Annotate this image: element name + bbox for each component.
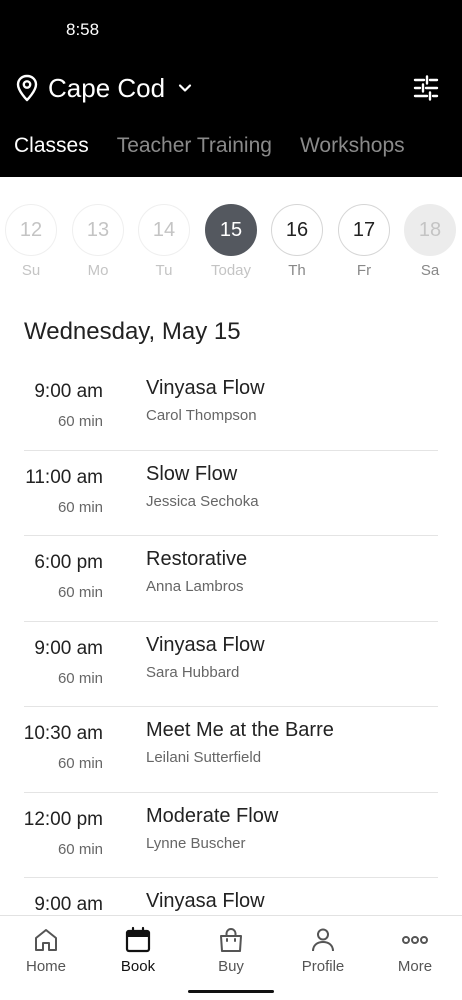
tab-workshops[interactable]: Workshops bbox=[300, 134, 405, 158]
nav-buy[interactable]: Buy bbox=[185, 926, 277, 975]
day-15-today[interactable]: 15 Today bbox=[205, 204, 257, 279]
more-dots-icon bbox=[402, 936, 428, 944]
nav-more-label: More bbox=[397, 958, 433, 975]
class-teacher: Carol Thompson bbox=[146, 407, 257, 424]
nav-profile[interactable]: Profile bbox=[277, 926, 369, 975]
class-duration: 60 min bbox=[57, 755, 103, 772]
day-14[interactable]: 14 Tu bbox=[138, 204, 190, 279]
calendar-icon bbox=[125, 926, 151, 953]
location-selector[interactable]: Cape Cod bbox=[16, 70, 193, 106]
day-17[interactable]: 17 Fr bbox=[338, 204, 390, 279]
class-row[interactable]: 9:00 am 60 min Vinyasa Flow Sara Hubbard bbox=[0, 622, 462, 707]
nav-buy-label: Buy bbox=[218, 958, 244, 975]
nav-home-label: Home bbox=[25, 958, 66, 975]
day-number: 14 bbox=[138, 204, 190, 256]
class-time: 9:00 am bbox=[34, 381, 103, 402]
class-name: Vinyasa Flow bbox=[146, 377, 265, 399]
class-teacher: Anna Lambros bbox=[146, 578, 244, 595]
class-teacher: Lynne Buscher bbox=[146, 834, 246, 852]
nav-book-label: Book bbox=[120, 958, 156, 975]
class-row[interactable]: 9:00 am 60 min Vinyasa Flow Carol Thomps… bbox=[0, 365, 462, 451]
class-duration: 60 min bbox=[57, 413, 103, 430]
nav-book[interactable]: Book bbox=[92, 926, 184, 975]
day-number: 18 bbox=[404, 204, 456, 256]
day-12[interactable]: 12 Su bbox=[5, 204, 57, 279]
chevron-down-icon bbox=[178, 84, 192, 92]
nav-profile-label: Profile bbox=[301, 958, 345, 975]
class-row[interactable]: 10:30 am 60 min Meet Me at the Barre Lei… bbox=[0, 707, 462, 793]
class-row[interactable]: 6:00 pm 60 min Restorative Anna Lambros bbox=[0, 536, 462, 622]
class-time: 9:00 am bbox=[34, 637, 103, 659]
class-time: 10:30 am bbox=[23, 723, 103, 744]
date-heading: Wednesday, May 15 bbox=[24, 318, 241, 345]
person-icon bbox=[312, 928, 334, 952]
app-header: 8:58 Cape Cod Classes Teacher Training W… bbox=[0, 0, 462, 177]
day-label: Th bbox=[288, 262, 306, 279]
class-list: 9:00 am 60 min Vinyasa Flow Carol Thomps… bbox=[0, 365, 462, 964]
class-duration: 60 min bbox=[57, 584, 103, 601]
class-time: 9:00 am bbox=[34, 894, 103, 915]
day-number: 17 bbox=[338, 204, 390, 256]
class-name: Vinyasa Flow bbox=[146, 633, 265, 656]
day-label: Fr bbox=[356, 262, 372, 279]
day-18[interactable]: 18 Sa bbox=[404, 204, 456, 279]
class-duration: 60 min bbox=[57, 669, 103, 687]
class-row[interactable]: 12:00 pm 60 min Moderate Flow Lynne Busc… bbox=[0, 793, 462, 878]
class-name: Moderate Flow bbox=[146, 804, 279, 827]
nav-more[interactable]: More bbox=[369, 926, 461, 975]
tab-teacher-training[interactable]: Teacher Training bbox=[117, 134, 272, 158]
shopping-bag-icon bbox=[220, 927, 242, 952]
class-name: Meet Me at the Barre bbox=[146, 719, 334, 741]
class-name: Slow Flow bbox=[146, 462, 238, 485]
day-label: Tu bbox=[155, 262, 173, 279]
status-time: 8:58 bbox=[66, 20, 100, 39]
day-number: 12 bbox=[5, 204, 57, 256]
class-time: 6:00 pm bbox=[34, 552, 103, 573]
day-number: 16 bbox=[271, 204, 323, 256]
category-tabs: Classes Teacher Training Workshops bbox=[14, 134, 405, 158]
class-teacher: Jessica Sechoka bbox=[146, 492, 259, 510]
class-duration: 60 min bbox=[57, 840, 103, 858]
day-16[interactable]: 16 Th bbox=[271, 204, 323, 279]
day-number: 15 bbox=[205, 204, 257, 256]
day-picker: 12 Su 13 Mo 14 Tu 15 Today 16 Th 17 Fr 1… bbox=[0, 204, 462, 284]
class-duration: 60 min bbox=[57, 498, 103, 516]
bottom-nav: Home Book Buy Profile More bbox=[0, 915, 462, 1000]
day-label: Mo bbox=[87, 262, 109, 279]
class-name: Vinyasa Flow bbox=[146, 890, 265, 912]
location-name: Cape Cod bbox=[48, 72, 166, 103]
tab-classes[interactable]: Classes bbox=[14, 134, 89, 158]
class-time: 11:00 am bbox=[25, 466, 103, 488]
day-13[interactable]: 13 Mo bbox=[72, 204, 124, 279]
class-teacher: Leilani Sutterfield bbox=[146, 749, 262, 766]
class-row[interactable]: 11:00 am 60 min Slow Flow Jessica Sechok… bbox=[0, 451, 462, 536]
day-number: 13 bbox=[72, 204, 124, 256]
day-label: Sa bbox=[420, 262, 440, 279]
class-name: Restorative bbox=[146, 548, 248, 570]
home-indicator bbox=[188, 990, 274, 993]
day-label: Today bbox=[210, 262, 252, 279]
filters-icon[interactable] bbox=[412, 74, 440, 102]
nav-home[interactable]: Home bbox=[0, 926, 92, 975]
location-pin-icon bbox=[16, 74, 38, 102]
home-icon bbox=[35, 929, 57, 951]
class-time: 12:00 pm bbox=[23, 808, 103, 830]
day-label: Su bbox=[21, 262, 41, 279]
class-teacher: Sara Hubbard bbox=[146, 663, 240, 681]
